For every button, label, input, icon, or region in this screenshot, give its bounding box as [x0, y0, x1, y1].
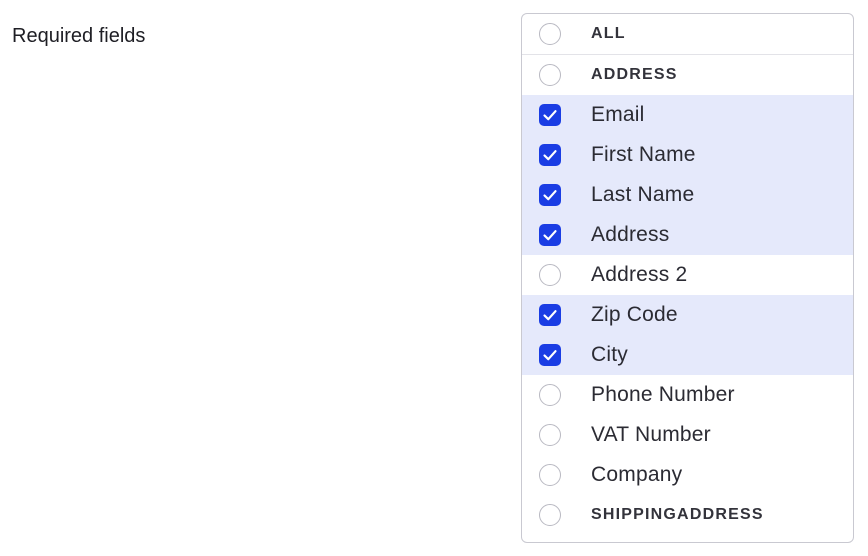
option-label: Company	[591, 463, 683, 486]
option-label: Address	[591, 223, 670, 246]
checkbox[interactable]	[539, 424, 561, 446]
option-label: SHIPPINGADDRESS	[591, 506, 764, 523]
option-label: VAT Number	[591, 423, 711, 446]
checkbox[interactable]	[539, 184, 561, 206]
option-phone-number[interactable]: Phone Number	[522, 375, 853, 415]
option-last-name[interactable]: Last Name	[522, 175, 853, 215]
option-label: Phone Number	[591, 383, 735, 406]
option-shippingaddress-group[interactable]: SHIPPINGADDRESS	[522, 495, 853, 535]
required-fields-label: Required fields	[12, 25, 146, 47]
option-address-group[interactable]: ADDRESS	[522, 55, 853, 95]
option-label: City	[591, 343, 628, 366]
option-label: ALL	[591, 25, 626, 42]
option-zip-code[interactable]: Zip Code	[522, 295, 853, 335]
option-address[interactable]: Address	[522, 215, 853, 255]
option-all[interactable]: ALL	[522, 14, 853, 55]
checkbox[interactable]	[539, 104, 561, 126]
option-first-name[interactable]: First Name	[522, 135, 853, 175]
checkbox[interactable]	[539, 504, 561, 526]
option-address-2[interactable]: Address 2	[522, 255, 853, 295]
option-company[interactable]: Company	[522, 455, 853, 495]
option-vat-number[interactable]: VAT Number	[522, 415, 853, 455]
checkbox[interactable]	[539, 144, 561, 166]
checkbox[interactable]	[539, 64, 561, 86]
checkbox[interactable]	[539, 224, 561, 246]
option-email[interactable]: Email	[522, 95, 853, 135]
option-label: ADDRESS	[591, 66, 678, 83]
option-label: Last Name	[591, 183, 695, 206]
checkbox[interactable]	[539, 384, 561, 406]
checkbox[interactable]	[539, 23, 561, 45]
option-label: Address 2	[591, 263, 688, 286]
checkbox[interactable]	[539, 264, 561, 286]
checkbox[interactable]	[539, 464, 561, 486]
checkbox[interactable]	[539, 344, 561, 366]
option-city[interactable]: City	[522, 335, 853, 375]
checkbox[interactable]	[539, 304, 561, 326]
required-fields-multiselect: ALL ADDRESS Email First Name Last Name A…	[521, 13, 854, 543]
option-label: Zip Code	[591, 303, 678, 326]
option-label: Email	[591, 103, 645, 126]
option-label: First Name	[591, 143, 696, 166]
